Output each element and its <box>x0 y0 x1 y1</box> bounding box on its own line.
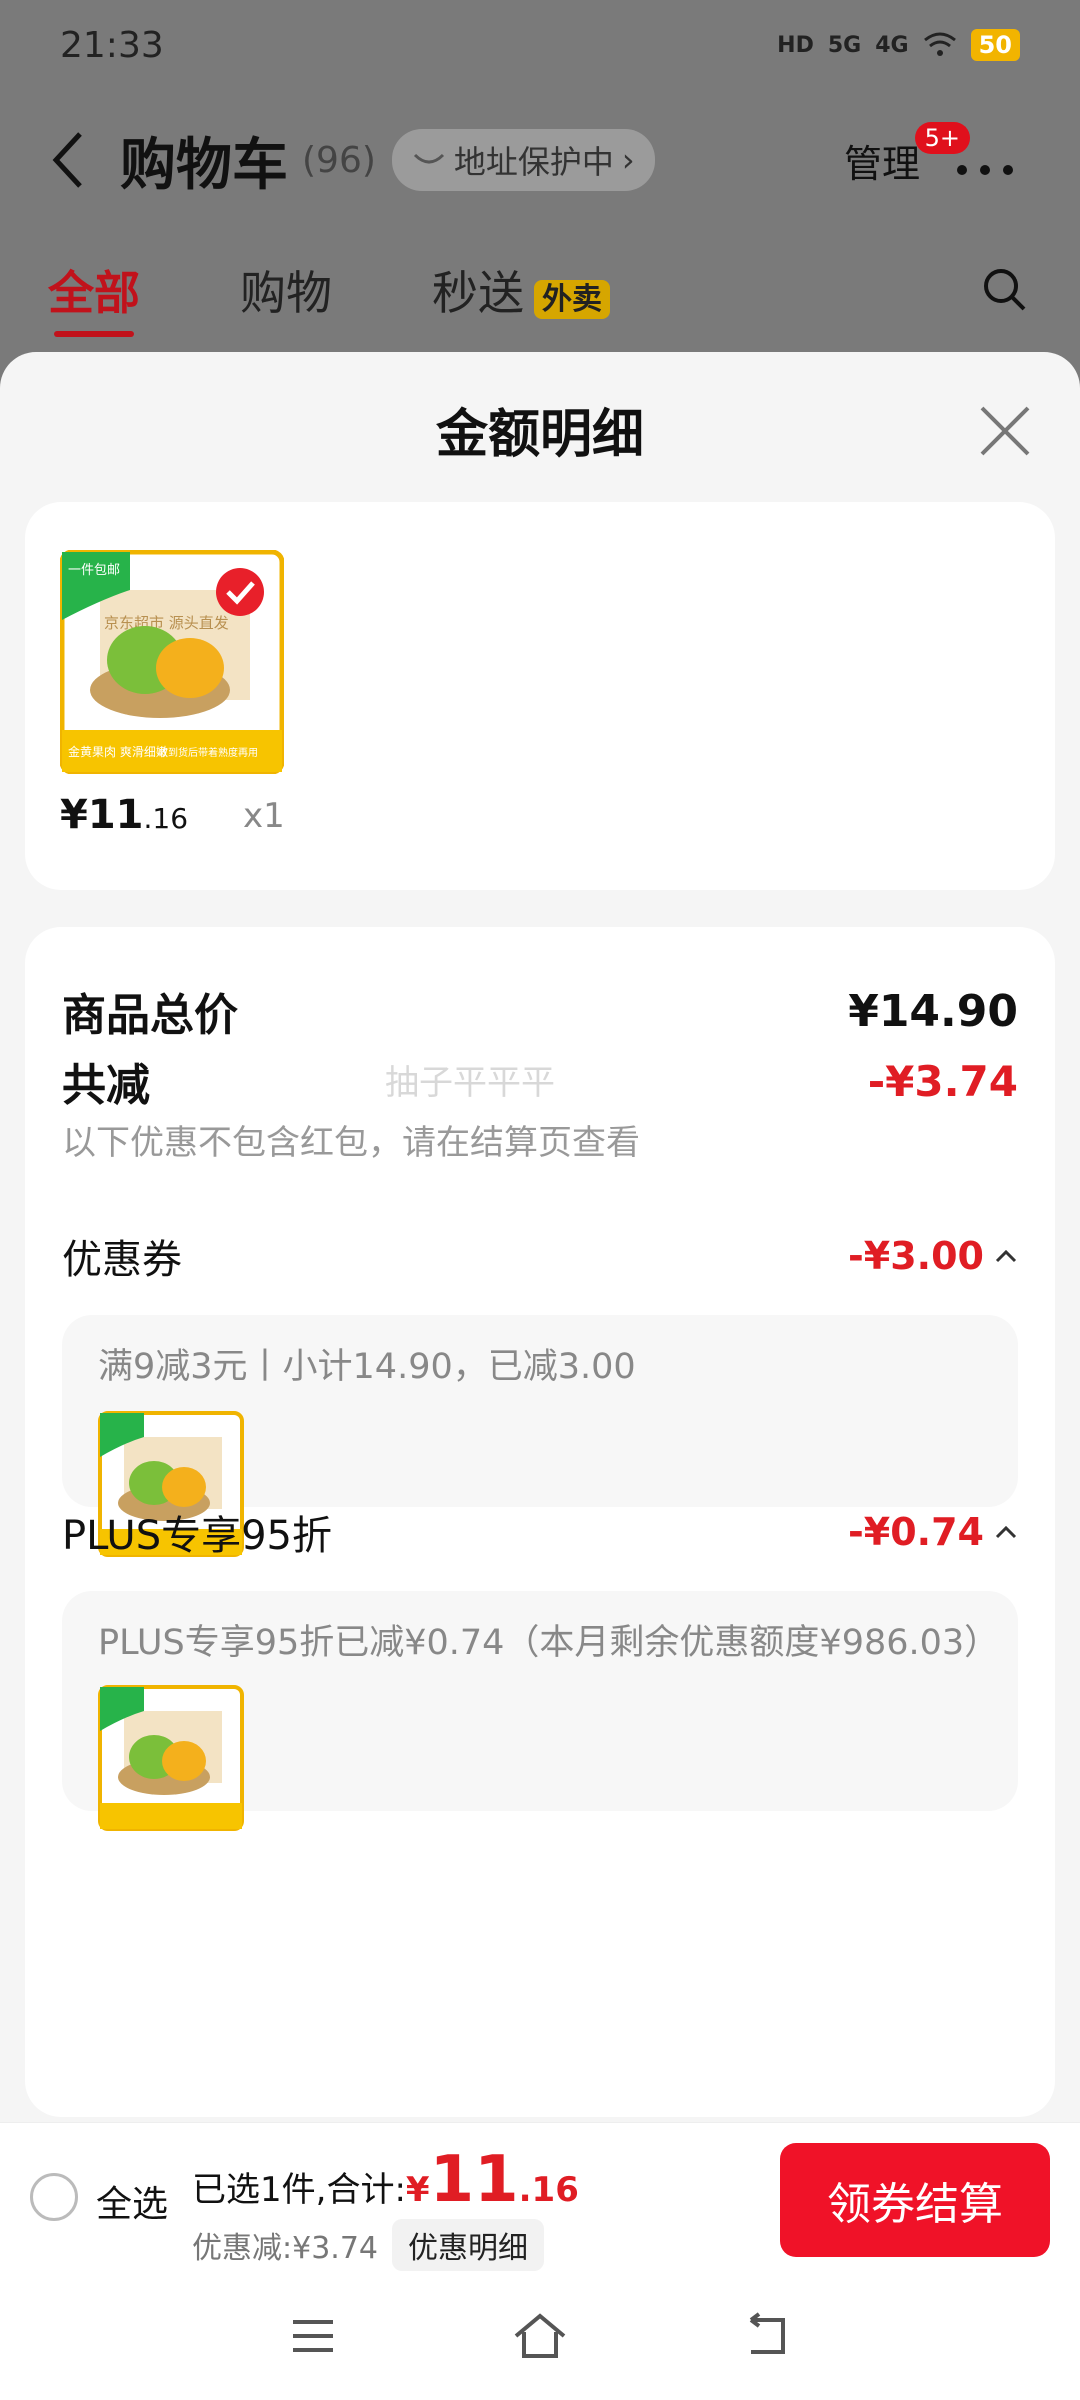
total-label: 商品总价 <box>62 990 238 1041</box>
back-icon[interactable] <box>50 130 100 190</box>
plus-row[interactable]: PLUS专享95折 -¥0.74 <box>62 1503 1018 1561</box>
close-icon[interactable] <box>978 404 1032 458</box>
tab-shopping[interactable]: 购物 <box>240 257 332 323</box>
tab-instant[interactable]: 秒送 外卖 <box>432 257 610 323</box>
signal-5g-icon: 5G <box>827 32 862 58</box>
page-title: 购物车 <box>120 132 288 198</box>
sum-line: 已选1件,合计: ¥ 11 .16 <box>192 2143 579 2217</box>
wifi-icon <box>923 32 956 56</box>
goods-price: ¥11.16 <box>60 792 188 838</box>
battery-icon: 50 <box>970 29 1020 61</box>
coupon-value-group: -¥3.00 <box>848 1234 1018 1278</box>
coupon-row[interactable]: 优惠券 -¥3.00 <box>62 1227 1018 1285</box>
selected-text: 已选1件,合计: <box>192 2170 406 2210</box>
select-all-label[interactable]: 全选 <box>96 2175 168 2227</box>
chevron-up-icon[interactable] <box>994 1524 1018 1540</box>
plus-product-thumbnail <box>98 1685 244 1831</box>
sum-decimal: .16 <box>518 2170 579 2210</box>
system-nav-bar <box>0 2272 1080 2400</box>
tab-all[interactable]: 全部 <box>48 257 140 337</box>
discount-text: 优惠减:¥3.74 <box>192 2231 378 2266</box>
search-icon[interactable] <box>980 265 1030 315</box>
product-image-corner-tag: 一件包邮 <box>68 563 120 578</box>
chevron-up-icon[interactable] <box>994 1248 1018 1264</box>
status-icons: HD 5G 4G 50 <box>777 29 1020 61</box>
total-row: 商品总价 ¥14.90 <box>62 979 1018 1043</box>
notification-badge: 5+ <box>914 122 970 154</box>
signal-4g-icon: 4G <box>875 32 909 58</box>
address-protect-label: 地址保护中 <box>453 143 614 181</box>
plus-detail-box: PLUS专享95折已减¥0.74（本月剩余优惠额度¥986.03） <box>62 1591 1018 1831</box>
home-icon[interactable] <box>510 2306 570 2366</box>
takeout-badge: 外卖 <box>534 280 610 319</box>
goods-card: 京东超市 源头直发 一件包邮 金黄果肉 爽滑细嫩 收到货后带着熟度再用 ¥11.… <box>25 502 1055 890</box>
total-value: ¥14.90 <box>848 985 1018 1037</box>
product-image-slogan: 金黄果肉 爽滑细嫩 <box>68 744 168 759</box>
sum-yen: ¥ <box>405 2170 430 2210</box>
reduce-note: 以下优惠不包含红包，请在结算页查看 <box>62 1123 640 1163</box>
watermark-text: 抽子平平平 <box>385 1063 555 1103</box>
plus-value-group: -¥0.74 <box>848 1510 1018 1554</box>
cart-tabs: 全部 购物 秒送 外卖 <box>0 250 1080 337</box>
back-nav-icon[interactable] <box>737 2306 797 2366</box>
reduce-label: 共减 <box>62 1060 150 1111</box>
product-thumbnail[interactable]: 京东超市 源头直发 一件包邮 金黄果肉 爽滑细嫩 收到货后带着熟度再用 <box>59 549 285 775</box>
coupon-detail-box: 满9减3元丨小计14.90，已减3.00 <box>62 1315 1018 1557</box>
tab-instant-label: 秒送 <box>432 266 524 320</box>
select-all-checkbox[interactable] <box>30 2173 78 2221</box>
more-button[interactable]: 5+ <box>914 122 1020 190</box>
address-protect-pill[interactable]: 地址保护中 › <box>391 129 655 191</box>
sum-integer: 11 <box>429 2143 519 2217</box>
coupon-detail-text: 满9减3元丨小计14.90，已减3.00 <box>98 1347 636 1387</box>
price-detail-card: 商品总价 ¥14.90 共减 -¥3.74 以下优惠不包含红包，请在结算页查看 … <box>25 927 1055 2117</box>
menu-icon[interactable] <box>283 2306 343 2366</box>
coupon-value: -¥3.00 <box>848 1234 984 1278</box>
settlement-bar: 全选 已选1件,合计: ¥ 11 .16 优惠减:¥3.74 优惠明细 领券结算 <box>0 2122 1080 2272</box>
sheet-title: 金额明细 <box>435 405 644 465</box>
plus-value: -¥0.74 <box>848 1510 984 1554</box>
plus-label: PLUS专享95折 <box>62 1513 332 1559</box>
reduce-value: -¥3.74 <box>867 1056 1018 1106</box>
plus-detail-text: PLUS专享95折已减¥0.74（本月剩余优惠额度¥986.03） <box>98 1623 1000 1663</box>
coupon-label: 优惠券 <box>62 1237 182 1283</box>
manage-button[interactable]: 管理 <box>844 133 920 188</box>
goods-price-dec: .16 <box>143 802 189 835</box>
eye-closed-icon <box>413 153 444 164</box>
hd-icon: HD <box>777 32 814 58</box>
goods-price-int: ¥11 <box>60 792 144 838</box>
status-time: 21:33 <box>60 24 164 66</box>
discount-detail-button[interactable]: 优惠明细 <box>392 2219 544 2271</box>
header: 购物车 (96) 地址保护中 › 管理 5+ <box>0 110 1080 210</box>
product-image-brand: 京东超市 源头直发 <box>104 614 229 632</box>
chevron-right-icon: › <box>621 141 635 179</box>
checkout-button[interactable]: 领券结算 <box>780 2143 1050 2257</box>
amount-detail-sheet: 金额明细 京东超市 源头直发 一件包邮 金黄果肉 爽滑细嫩 收到货后带着熟度再用 <box>0 352 1080 2122</box>
product-image-footer: 收到货后带着熟度再用 <box>158 746 258 759</box>
goods-quantity: x1 <box>243 796 285 836</box>
status-bar: 21:33 HD 5G 4G 50 <box>0 0 1080 90</box>
cart-count: (96) <box>302 139 376 181</box>
discount-line: 优惠减:¥3.74 优惠明细 <box>192 2219 544 2271</box>
